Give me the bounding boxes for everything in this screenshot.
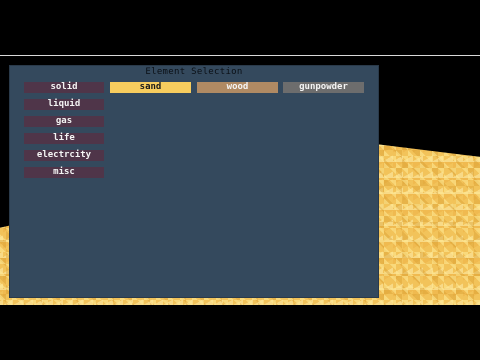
category-gas-button[interactable]: gas xyxy=(24,116,104,127)
letterbox-bottom xyxy=(0,305,480,360)
category-electricity-button[interactable]: electrcity xyxy=(24,150,104,161)
category-life-button[interactable]: life xyxy=(24,133,104,144)
category-solid-button[interactable]: solid xyxy=(24,82,104,93)
element-gunpowder-button[interactable]: gunpowder xyxy=(283,82,364,93)
panel-title: Element Selection xyxy=(145,67,243,77)
letterbox-top xyxy=(0,0,480,56)
category-liquid-button[interactable]: liquid xyxy=(24,99,104,110)
element-wood-button[interactable]: wood xyxy=(197,82,278,93)
element-sand-button[interactable]: sand xyxy=(110,82,191,93)
element-selection-panel: Element Selection solid liquid gas life … xyxy=(9,65,379,298)
category-misc-button[interactable]: misc xyxy=(24,167,104,178)
